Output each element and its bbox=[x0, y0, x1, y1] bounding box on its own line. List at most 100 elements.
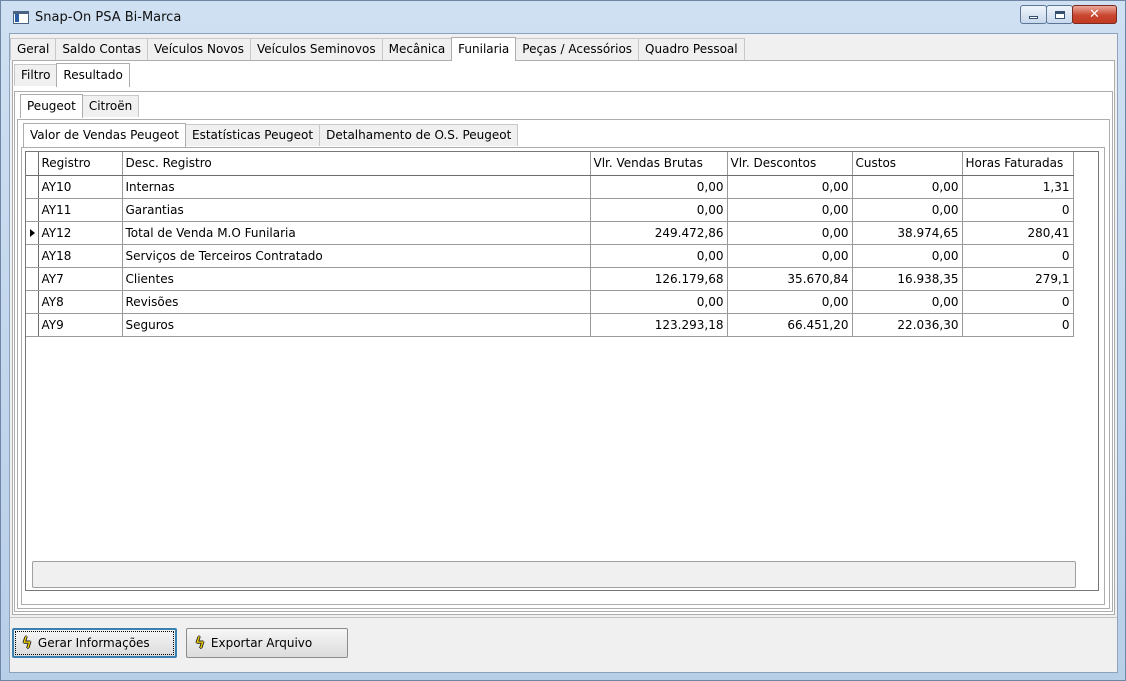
tab-detalhamento-os-peugeot[interactable]: Detalhamento de O.S. Peugeot bbox=[319, 124, 519, 146]
cell-vlr-vendas-brutas[interactable]: 0,00 bbox=[590, 198, 728, 222]
export-file-label: Exportar Arquivo bbox=[210, 636, 313, 650]
window-title: Snap-On PSA Bi-Marca bbox=[35, 10, 182, 25]
col-header-vlr-descontos[interactable]: Vlr. Descontos bbox=[727, 152, 853, 176]
maximize-icon bbox=[1054, 10, 1065, 19]
cell-vlr-descontos[interactable]: 0,00 bbox=[727, 198, 853, 222]
row-indicator[interactable] bbox=[26, 313, 39, 337]
table-row[interactable]: AY9 Seguros 123.293,18 66.451,20 22.036,… bbox=[26, 313, 1074, 337]
tab-estatisticas-peugeot[interactable]: Estatísticas Peugeot bbox=[185, 124, 321, 146]
cell-vlr-vendas-brutas[interactable]: 0,00 bbox=[590, 290, 728, 314]
cell-custos[interactable]: 0,00 bbox=[852, 175, 963, 199]
cell-vlr-descontos[interactable]: 0,00 bbox=[727, 175, 853, 199]
row-indicator[interactable] bbox=[26, 198, 39, 222]
cell-desc-registro[interactable]: Serviços de Terceiros Contratado bbox=[122, 244, 591, 268]
generate-info-label: Gerar Informações bbox=[37, 636, 150, 650]
tab-citroen[interactable]: Citroën bbox=[81, 95, 140, 117]
tab-pecas-acessorios[interactable]: Peças / Acessórios bbox=[515, 38, 640, 60]
app-icon[interactable] bbox=[13, 11, 29, 24]
cell-horas-faturadas[interactable]: 0 bbox=[962, 290, 1074, 314]
report-tab-bar: Valor de Vendas Peugeot Estatísticas Peu… bbox=[23, 123, 519, 147]
tab-geral[interactable]: Geral bbox=[10, 38, 57, 60]
cell-horas-faturadas[interactable]: 0 bbox=[962, 313, 1074, 337]
tab-valor-vendas-peugeot[interactable]: Valor de Vendas Peugeot bbox=[23, 123, 187, 147]
table-row[interactable]: AY18 Serviços de Terceiros Contratado 0,… bbox=[26, 244, 1074, 268]
cell-horas-faturadas[interactable]: 0 bbox=[962, 198, 1074, 222]
cell-vlr-descontos[interactable]: 0,00 bbox=[727, 244, 853, 268]
cell-horas-faturadas[interactable]: 1,31 bbox=[962, 175, 1074, 199]
maximize-button[interactable] bbox=[1046, 5, 1073, 24]
cell-horas-faturadas[interactable]: 279,1 bbox=[962, 267, 1074, 291]
table-row[interactable]: AY8 Revisões 0,00 0,00 0,00 0 bbox=[26, 290, 1074, 314]
cell-registro[interactable]: AY9 bbox=[38, 313, 123, 337]
cell-vlr-vendas-brutas[interactable]: 249.472,86 bbox=[590, 221, 728, 245]
client-area: Geral Saldo Contas Veículos Novos Veícul… bbox=[9, 33, 1118, 673]
cell-vlr-vendas-brutas[interactable]: 0,00 bbox=[590, 244, 728, 268]
table-row-current[interactable]: AY12 Total de Venda M.O Funilaria 249.47… bbox=[26, 221, 1074, 245]
tab-quadro-pessoal[interactable]: Quadro Pessoal bbox=[638, 38, 745, 60]
main-tab-bar: Geral Saldo Contas Veículos Novos Veícul… bbox=[10, 37, 745, 61]
cell-registro[interactable]: AY18 bbox=[38, 244, 123, 268]
cell-registro[interactable]: AY10 bbox=[38, 175, 123, 199]
data-grid[interactable]: Registro Desc. Registro Vlr. Vendas Brut… bbox=[25, 151, 1099, 591]
app-window: Snap-On PSA Bi-Marca ✕ Geral Saldo Conta… bbox=[0, 0, 1126, 681]
cell-registro[interactable]: AY7 bbox=[38, 267, 123, 291]
row-indicator[interactable] bbox=[26, 244, 39, 268]
cell-desc-registro[interactable]: Garantias bbox=[122, 198, 591, 222]
tab-peugeot[interactable]: Peugeot bbox=[20, 94, 83, 118]
cell-horas-faturadas[interactable]: 0 bbox=[962, 244, 1074, 268]
minimize-button[interactable] bbox=[1020, 5, 1047, 24]
col-header-custos[interactable]: Custos bbox=[852, 152, 963, 176]
lightning-bolt-icon: ϟ bbox=[195, 634, 205, 652]
peugeot-panel: Valor de Vendas Peugeot Estatísticas Peu… bbox=[17, 119, 1110, 609]
col-header-vlr-vendas-brutas[interactable]: Vlr. Vendas Brutas bbox=[590, 152, 728, 176]
cell-desc-registro[interactable]: Seguros bbox=[122, 313, 591, 337]
cell-vlr-descontos[interactable]: 35.670,84 bbox=[727, 267, 853, 291]
cell-custos[interactable]: 0,00 bbox=[852, 290, 963, 314]
tab-filtro[interactable]: Filtro bbox=[14, 64, 58, 86]
cell-registro[interactable]: AY11 bbox=[38, 198, 123, 222]
col-header-desc-registro[interactable]: Desc. Registro bbox=[122, 152, 591, 176]
col-header-registro[interactable]: Registro bbox=[38, 152, 123, 176]
row-indicator[interactable] bbox=[26, 290, 39, 314]
cell-vlr-descontos[interactable]: 0,00 bbox=[727, 221, 853, 245]
row-indicator[interactable] bbox=[26, 221, 39, 245]
cell-registro[interactable]: AY8 bbox=[38, 290, 123, 314]
cell-custos[interactable]: 38.974,65 bbox=[852, 221, 963, 245]
cell-custos[interactable]: 22.036,30 bbox=[852, 313, 963, 337]
tab-veiculos-seminovos[interactable]: Veículos Seminovos bbox=[249, 38, 383, 60]
table-row[interactable]: AY10 Internas 0,00 0,00 0,00 1,31 bbox=[26, 175, 1074, 199]
tab-mecanica[interactable]: Mecânica bbox=[381, 38, 453, 60]
tab-resultado[interactable]: Resultado bbox=[56, 63, 130, 87]
cell-vlr-vendas-brutas[interactable]: 0,00 bbox=[590, 175, 728, 199]
cell-custos[interactable]: 16.938,35 bbox=[852, 267, 963, 291]
cell-vlr-vendas-brutas[interactable]: 123.293,18 bbox=[590, 313, 728, 337]
export-file-button[interactable]: ϟ Exportar Arquivo bbox=[186, 628, 348, 658]
cell-desc-registro[interactable]: Revisões bbox=[122, 290, 591, 314]
tab-funilaria[interactable]: Funilaria bbox=[451, 37, 517, 61]
cell-desc-registro[interactable]: Total de Venda M.O Funilaria bbox=[122, 221, 591, 245]
table-row[interactable]: AY7 Clientes 126.179,68 35.670,84 16.938… bbox=[26, 267, 1074, 291]
col-header-horas-faturadas[interactable]: Horas Faturadas bbox=[962, 152, 1074, 176]
row-indicator-header bbox=[26, 152, 39, 176]
cell-vlr-descontos[interactable]: 66.451,20 bbox=[727, 313, 853, 337]
cell-custos[interactable]: 0,00 bbox=[852, 198, 963, 222]
close-button[interactable]: ✕ bbox=[1072, 5, 1117, 24]
results-table: Registro Desc. Registro Vlr. Vendas Brut… bbox=[26, 152, 1074, 337]
row-indicator[interactable] bbox=[26, 267, 39, 291]
generate-info-button[interactable]: ϟ Gerar Informações bbox=[12, 628, 177, 658]
sub-tab-bar: Filtro Resultado bbox=[14, 60, 130, 87]
cell-custos[interactable]: 0,00 bbox=[852, 244, 963, 268]
funilaria-panel: Filtro Resultado Peugeot Citroën Valor d… bbox=[12, 60, 1115, 615]
table-header-row: Registro Desc. Registro Vlr. Vendas Brut… bbox=[26, 152, 1074, 176]
cell-vlr-vendas-brutas[interactable]: 126.179,68 bbox=[590, 267, 728, 291]
cell-vlr-descontos[interactable]: 0,00 bbox=[727, 290, 853, 314]
cell-desc-registro[interactable]: Clientes bbox=[122, 267, 591, 291]
title-bar[interactable]: Snap-On PSA Bi-Marca ✕ bbox=[1, 1, 1125, 33]
table-row[interactable]: AY11 Garantias 0,00 0,00 0,00 0 bbox=[26, 198, 1074, 222]
tab-veiculos-novos[interactable]: Veículos Novos bbox=[147, 38, 251, 60]
row-indicator[interactable] bbox=[26, 175, 39, 199]
cell-horas-faturadas[interactable]: 280,41 bbox=[962, 221, 1074, 245]
tab-saldo-contas[interactable]: Saldo Contas bbox=[55, 38, 149, 60]
cell-registro[interactable]: AY12 bbox=[38, 221, 123, 245]
cell-desc-registro[interactable]: Internas bbox=[122, 175, 591, 199]
